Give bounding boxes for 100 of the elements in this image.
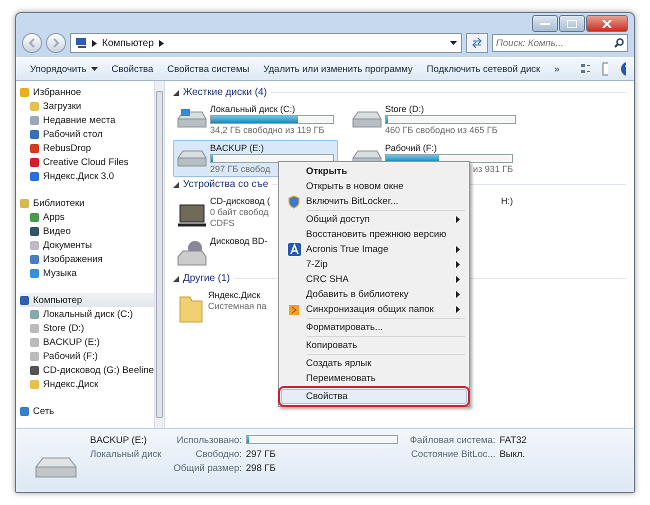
submenu-arrow-icon xyxy=(456,261,460,268)
help-icon[interactable] xyxy=(620,61,626,77)
menu-item[interactable]: Acronis True Image xyxy=(281,242,467,257)
field-label: Состояние BitLoc... xyxy=(410,449,496,460)
menu-item[interactable]: Общий доступ xyxy=(281,212,467,227)
letter-a-icon xyxy=(288,243,300,256)
sidebar-item[interactable]: Недавние места xyxy=(20,113,154,127)
close-button[interactable] xyxy=(586,15,628,32)
menu-item[interactable]: Создать ярлык xyxy=(281,356,467,371)
field-value: Выкл. xyxy=(499,449,526,460)
drive-tile[interactable]: Локальный диск (C:) 34,2 ГБ свободно из 119 ГБ xyxy=(173,101,338,138)
minimize-icon xyxy=(540,22,550,26)
sidebar-item[interactable]: Избранное xyxy=(20,85,154,99)
sidebar-item[interactable]: Локальный диск (C:) xyxy=(20,307,154,321)
submenu-arrow-icon xyxy=(456,291,460,298)
menu-item[interactable]: Открыть в новом окне xyxy=(281,179,467,194)
drive-info: 460 ГБ свободно из 465 ГБ xyxy=(385,125,498,135)
drive-type: Локальный диск xyxy=(90,449,162,460)
field-label: Общий размер: xyxy=(173,463,242,474)
field-label: Файловая система: xyxy=(410,435,496,446)
folder-icon xyxy=(177,294,205,324)
dropdown-arrow-icon xyxy=(90,67,98,71)
maximize-button[interactable] xyxy=(559,15,585,32)
submenu-arrow-icon xyxy=(456,216,460,223)
drive-name: BACKUP (E:) xyxy=(90,435,148,446)
field-label: Использовано: xyxy=(176,435,242,446)
maximize-icon xyxy=(567,20,577,28)
drive-name: Яндекс.Диск xyxy=(208,290,260,300)
optical-drive-icon xyxy=(177,240,207,268)
toolbar-button[interactable]: Упорядочить xyxy=(24,62,104,76)
computer-icon xyxy=(75,38,87,48)
menu-item[interactable]: Переименовать xyxy=(281,371,467,386)
menu-item[interactable]: CRC SHA xyxy=(281,272,467,287)
sidebar-item[interactable]: Видео xyxy=(20,224,154,238)
menu-item[interactable]: Восстановить прежнюю версию xyxy=(281,227,467,242)
refresh-button[interactable] xyxy=(466,33,488,53)
drive-name: Рабочий (F:) xyxy=(385,143,437,153)
sidebar-icon xyxy=(20,406,29,416)
field-value: 298 ГБ xyxy=(246,463,277,474)
sidebar-item[interactable]: CD-дисковод (G:) Beeline xyxy=(20,363,154,377)
sidebar-item[interactable]: Apps xyxy=(20,210,154,224)
sidebar-item[interactable]: Документы xyxy=(20,238,154,252)
sidebar-item[interactable]: Store (D:) xyxy=(20,321,154,335)
toolbar-button[interactable]: Удалить или изменить программу xyxy=(257,62,419,76)
menu-item[interactable]: Форматировать... xyxy=(281,320,467,335)
collapse-icon[interactable] xyxy=(173,90,179,96)
menu-item[interactable]: Свойства xyxy=(281,389,467,404)
view-options-icon[interactable] xyxy=(580,63,590,75)
drive-name: CD-дисковод ( xyxy=(210,196,270,206)
drive-info: Системная па xyxy=(208,301,266,311)
section-header[interactable]: Другие (1) xyxy=(183,273,230,284)
drive-info: 0 байт свобод xyxy=(210,207,269,217)
minimize-button[interactable] xyxy=(532,15,558,32)
toolbar-button[interactable]: Свойства системы xyxy=(161,62,256,76)
breadcrumb[interactable]: Компьютер xyxy=(102,38,154,48)
search-icon xyxy=(614,38,624,48)
sidebar-item[interactable]: Сеть xyxy=(20,404,154,418)
hard-drive-icon xyxy=(177,108,207,128)
drive-info: 34,2 ГБ свободно из 119 ГБ xyxy=(210,125,324,135)
drive-tile[interactable]: Store (D:) 460 ГБ свободно из 465 ГБ xyxy=(348,101,520,138)
sidebar-item[interactable]: Библиотеки xyxy=(20,196,154,210)
sidebar-item[interactable]: Рабочий (F:) xyxy=(20,349,154,363)
sidebar-item[interactable]: Изображения xyxy=(20,252,154,266)
sidebar-item[interactable]: RebusDrop xyxy=(20,141,154,155)
back-button[interactable] xyxy=(22,33,42,53)
scrollbar[interactable] xyxy=(154,81,164,428)
collapse-icon[interactable] xyxy=(173,276,179,282)
preview-pane-icon[interactable] xyxy=(602,62,608,76)
more-button[interactable]: » xyxy=(548,62,566,76)
close-icon xyxy=(602,20,612,28)
toolbar-button[interactable]: Свойства xyxy=(106,62,160,76)
sidebar-item[interactable]: Creative Cloud Files xyxy=(20,155,154,169)
chevron-icon xyxy=(92,40,97,46)
search-field[interactable]: Поиск: Компь... xyxy=(492,34,628,52)
forward-button[interactable] xyxy=(46,33,66,53)
sidebar-item[interactable]: Музыка xyxy=(20,266,154,280)
chevron-icon xyxy=(158,40,164,46)
menu-item[interactable]: Включить BitLocker... xyxy=(281,194,467,209)
drive-name: BACKUP (E:) xyxy=(210,143,264,153)
menu-item[interactable]: Добавить в библиотеку xyxy=(281,287,467,302)
address-bar[interactable]: Компьютер xyxy=(70,33,462,53)
refresh-icon xyxy=(471,38,483,48)
menu-item[interactable]: 7-Zip xyxy=(281,257,467,272)
toolbar-button[interactable]: Подключить сетевой диск xyxy=(420,62,546,76)
sidebar-item[interactable]: Компьютер xyxy=(20,293,154,307)
submenu-arrow-icon xyxy=(456,246,460,253)
section-header[interactable]: Жесткие диски (4) xyxy=(183,87,267,98)
section-header[interactable]: Устройства со съе xyxy=(183,179,268,190)
sync-icon xyxy=(288,304,300,316)
sidebar-item[interactable]: BACKUP (E:) xyxy=(20,335,154,349)
sidebar-item[interactable]: Загрузки xyxy=(20,99,154,113)
menu-item[interactable]: Синхронизация общих папок xyxy=(281,302,467,317)
sidebar-item[interactable]: Яндекс.Диск xyxy=(20,377,154,391)
dropdown-arrow-icon[interactable] xyxy=(450,41,457,45)
drive-name: Store (D:) xyxy=(385,104,424,114)
drive-info: 297 ГБ свобод xyxy=(210,164,270,174)
menu-item[interactable]: Копировать xyxy=(281,338,467,353)
sidebar-item[interactable]: Рабочий стол xyxy=(20,127,154,141)
sidebar-item[interactable]: Яндекс.Диск 3.0 xyxy=(20,169,154,183)
collapse-icon[interactable] xyxy=(173,182,179,188)
